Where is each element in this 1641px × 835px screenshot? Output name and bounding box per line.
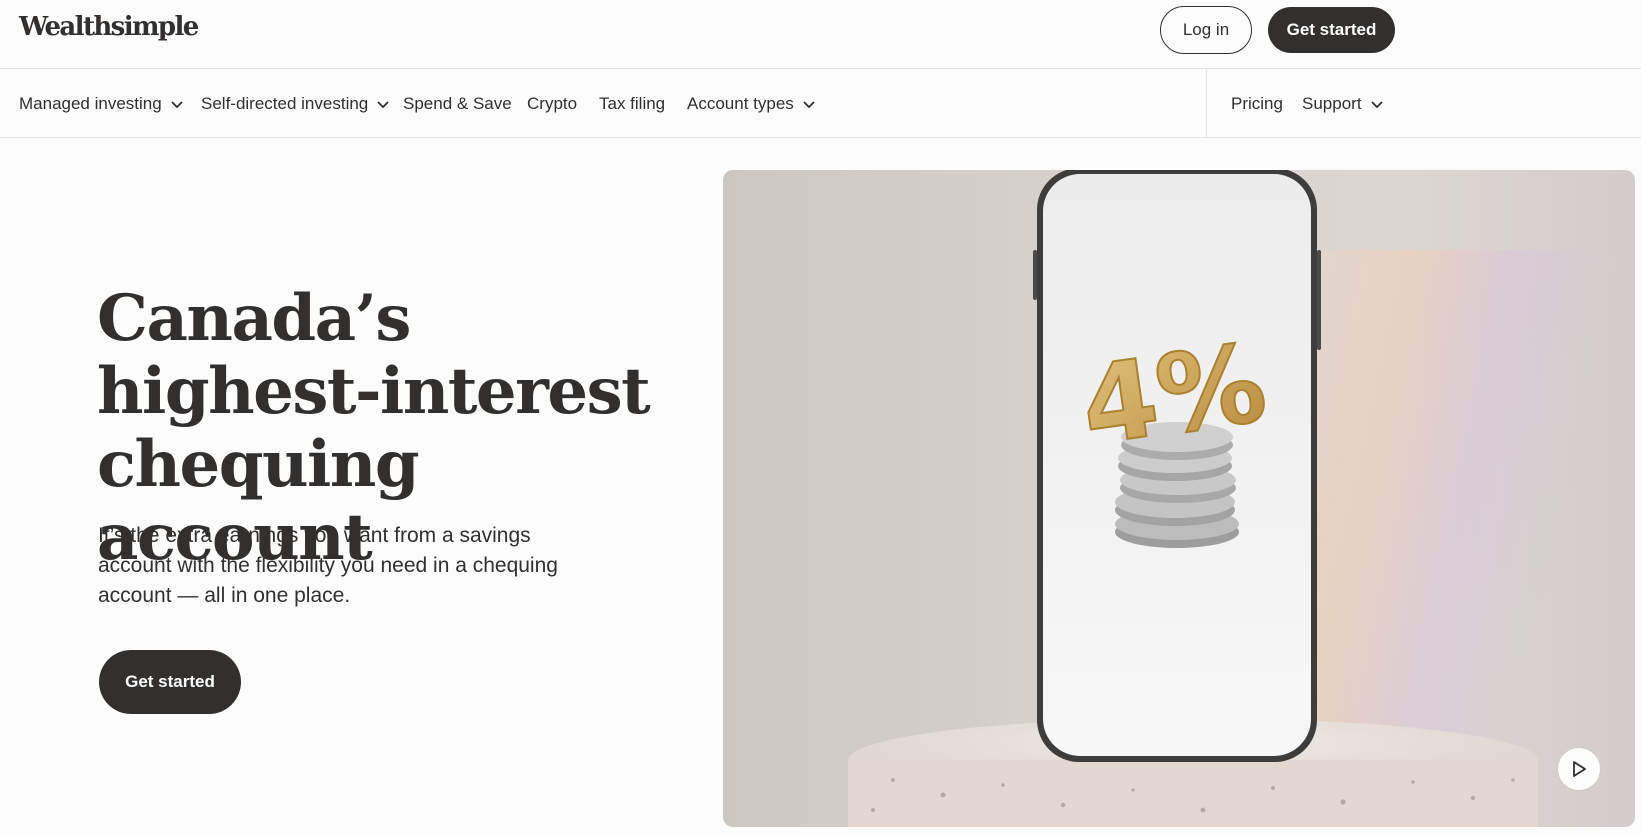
hero-title-line: highest-interest (97, 354, 651, 429)
nav-pricing[interactable]: Pricing (1231, 92, 1283, 116)
play-icon (1573, 761, 1586, 777)
nav-crypto[interactable]: Crypto (527, 92, 577, 116)
hero-title-line: Canada’s (97, 281, 411, 356)
chevron-down-icon (377, 101, 389, 109)
hero-get-started-button[interactable]: Get started (99, 650, 241, 714)
nav-label: Self-directed investing (201, 94, 369, 113)
nav-account-types[interactable]: Account types (687, 92, 816, 116)
main-nav: Managed investing Self-directed investin… (0, 69, 1641, 138)
phone-illustration: 4% (848, 170, 1626, 827)
nav-spend-save[interactable]: Spend & Save (403, 92, 512, 116)
nav-label: Account types (687, 94, 794, 113)
nav-support[interactable]: Support (1302, 92, 1384, 116)
nav-label: Crypto (527, 94, 578, 113)
chevron-down-icon (803, 101, 815, 109)
rate-graphic: 4% (1074, 321, 1273, 470)
nav-label: Managed investing (19, 94, 162, 113)
nav-label: Spend & Save (403, 94, 512, 113)
play-video-button[interactable] (1557, 747, 1601, 791)
nav-managed-investing[interactable]: Managed investing (19, 92, 184, 116)
nav-tax-filing[interactable]: Tax filing (599, 92, 665, 116)
wealthsimple-logo[interactable]: Wealthsimple (19, 12, 199, 42)
nav-divider (1206, 69, 1207, 138)
chevron-down-icon (171, 101, 183, 109)
chevron-down-icon (1370, 101, 1383, 109)
hero-image: 4% (723, 170, 1635, 827)
nav-label: Tax filing (599, 94, 666, 113)
header-get-started-button[interactable]: Get started (1268, 7, 1395, 53)
hero-subtitle: It’s the extra earnings you want from a … (98, 524, 558, 607)
login-button[interactable]: Log in (1160, 6, 1252, 54)
nav-self-directed-investing[interactable]: Self-directed investing (201, 92, 390, 116)
nav-label: Pricing (1231, 94, 1283, 113)
nav-label: Support (1302, 94, 1362, 113)
top-bar: Wealthsimple Log in Get started (0, 0, 1641, 69)
